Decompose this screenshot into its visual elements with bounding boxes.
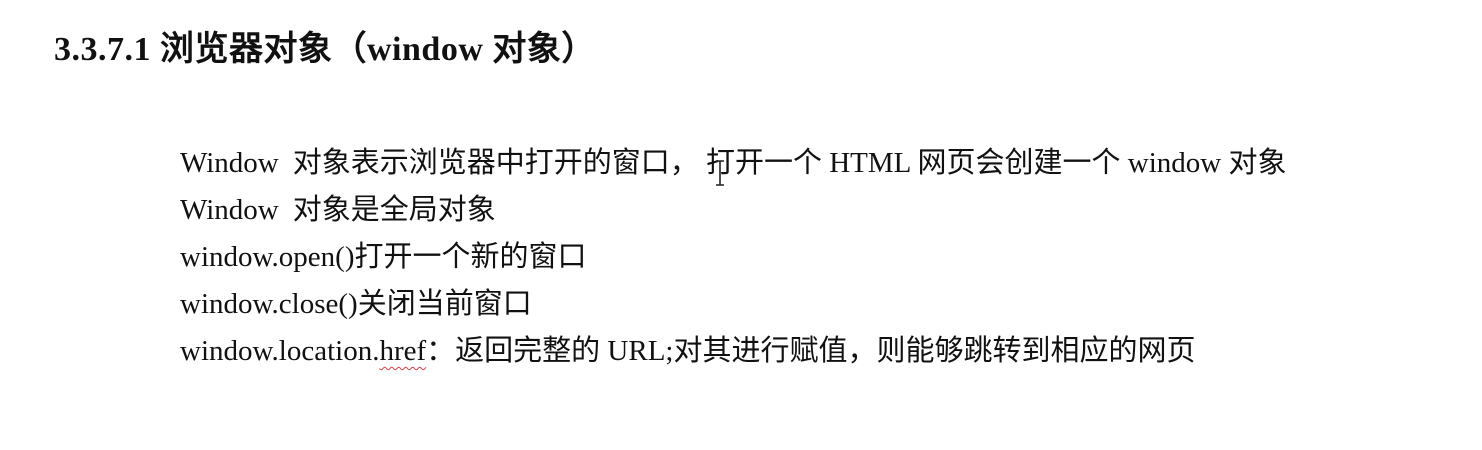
text-cursor-icon (716, 160, 724, 186)
text-line-5-suffix: ：返回完整的 URL;对其进行赋值，则能够跳转到相应的网页 (426, 335, 1196, 367)
text-line-2: Window 对象是全局对象 (180, 187, 1287, 234)
text-line-1: Window 对象表示浏览器中打开的窗口， 打开一个 HTML 网页会创建一个 w… (180, 140, 1287, 187)
text-line-1-rest: 对象表示浏览器中打开的窗口， 打开一个 HTML 网页会创建一个 window … (292, 147, 1287, 179)
text-line-5: window.location.href：返回完整的 URL;对其进行赋值，则能… (180, 328, 1287, 375)
text-line-5-prefix: window.location. (180, 335, 380, 367)
text-line-4: window.close()关闭当前窗口 (180, 288, 532, 320)
body-text: Window 对象表示浏览器中打开的窗口， 打开一个 HTML 网页会创建一个 w… (180, 140, 1287, 375)
spellcheck-underlined-word: href (379, 335, 427, 367)
text-line-2-word: Window (180, 194, 279, 226)
text-line-1-word: Window (180, 147, 279, 179)
text-line-2-rest: 对象是全局对象 (292, 194, 496, 226)
text-line-3: window.open()打开一个新的窗口 (180, 241, 587, 273)
section-heading: 3.3.7.1 浏览器对象（window 对象） (54, 31, 596, 68)
